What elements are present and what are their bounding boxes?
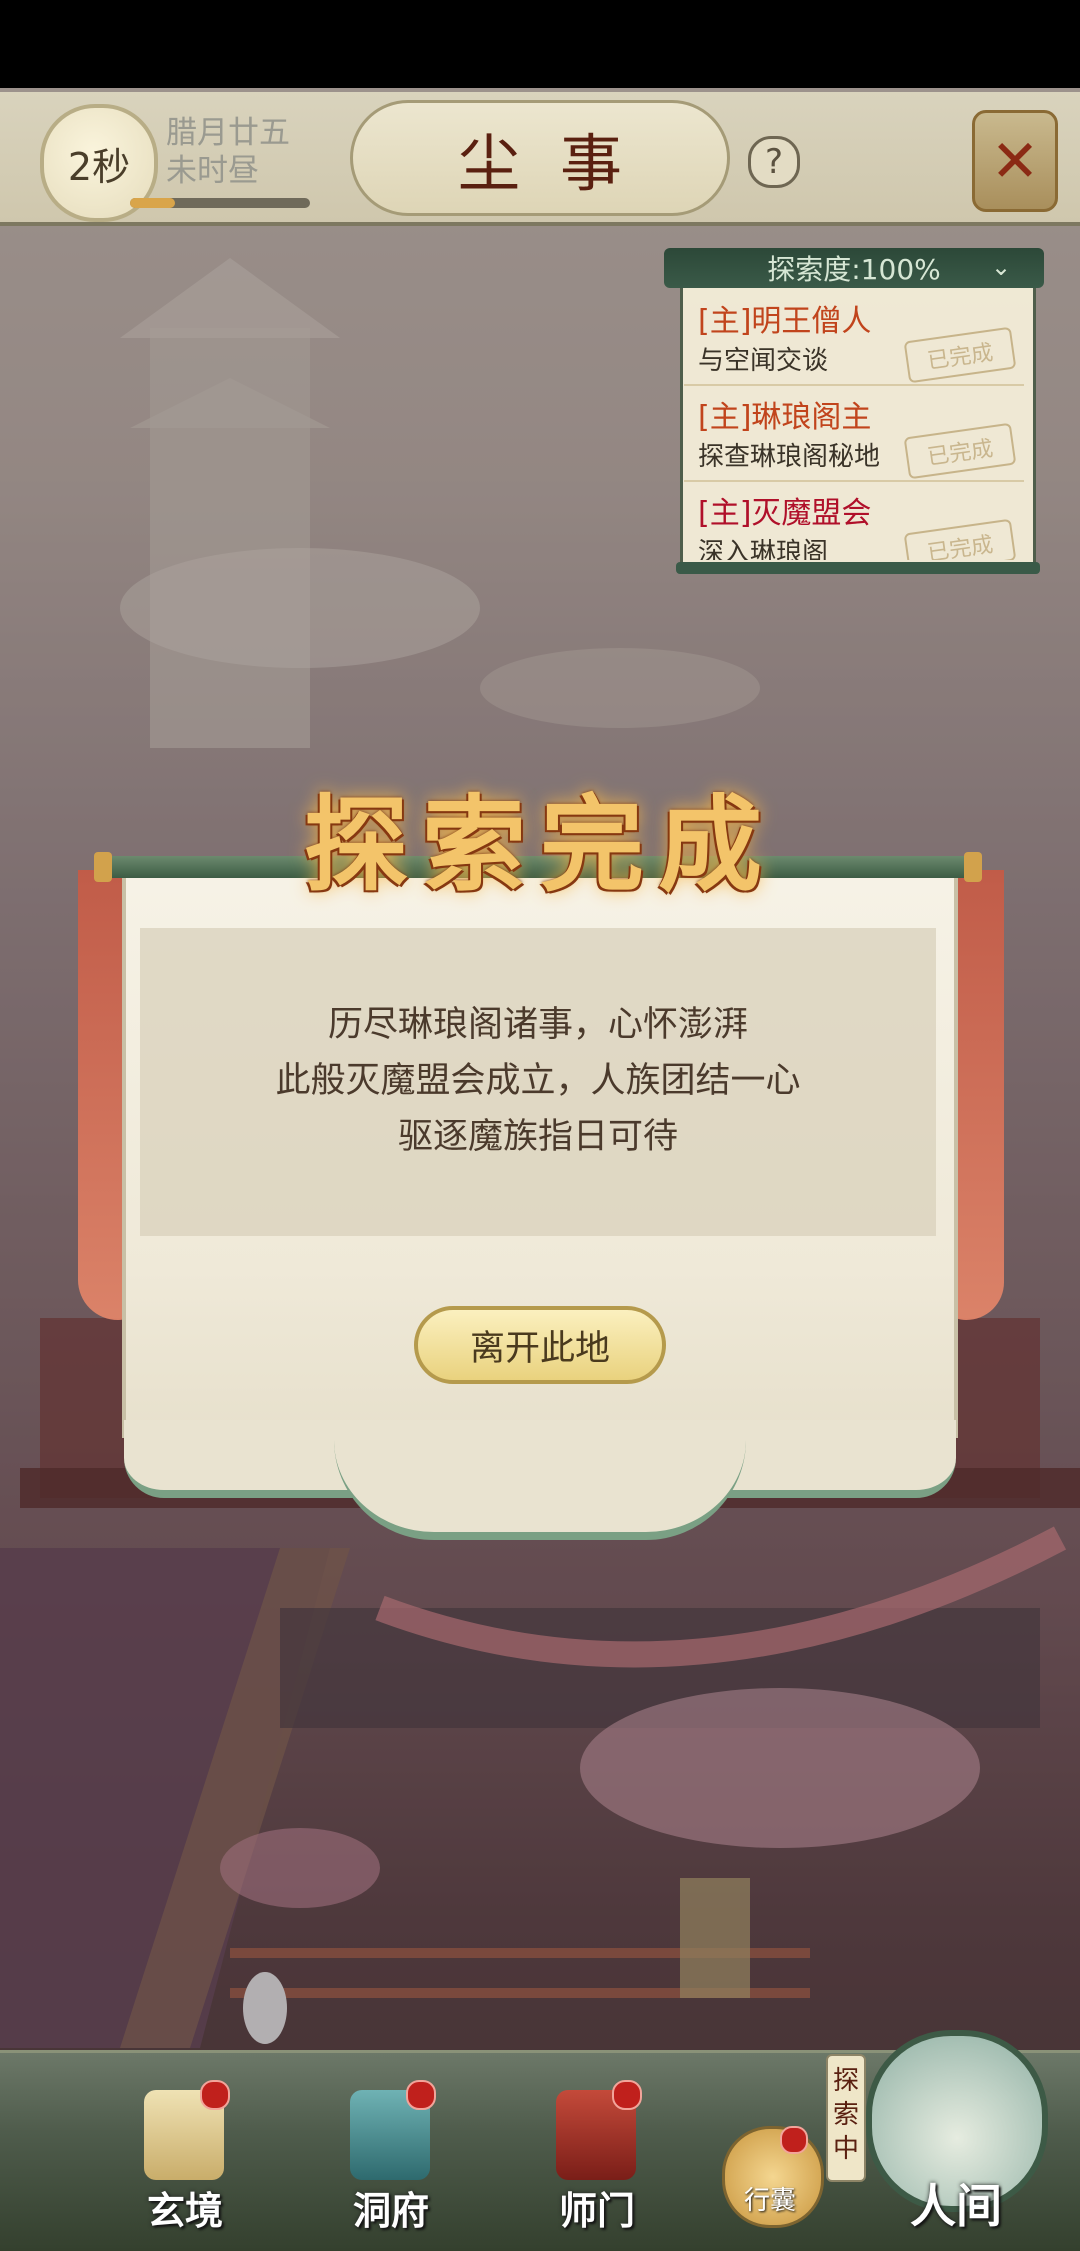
nav-item-shimen[interactable]: 师门	[532, 2080, 662, 2240]
dialog-scroll-notch	[334, 1440, 746, 1540]
rod-cap-left	[94, 852, 112, 882]
game-date: 腊月廿五 未时昼	[166, 114, 290, 190]
notification-dot	[200, 2080, 230, 2110]
close-button[interactable]: ✕	[972, 110, 1058, 212]
nav-item-dongfu[interactable]: 洞府	[326, 2080, 456, 2240]
dialog-title: 探索完成	[303, 783, 776, 906]
rod-cap-right	[964, 852, 982, 882]
nav-label: 玄境	[146, 2188, 223, 2233]
quest-title: [主]灭魔盟会	[698, 496, 872, 531]
world-map-label: 人间	[910, 2179, 1002, 2233]
nav-label: 洞府	[352, 2188, 429, 2233]
time-progress-fill	[130, 198, 175, 208]
quest-desc: 与空闻交谈	[698, 346, 829, 376]
notification-dot	[612, 2080, 642, 2110]
nav-item-xuanjing[interactable]: 玄境	[120, 2080, 250, 2240]
help-button[interactable]: ?	[748, 136, 800, 188]
completed-stamp: 已完成	[903, 326, 1017, 384]
date-line: 腊月廿五	[166, 115, 290, 151]
quest-desc: 探查琳琅阁秘地	[698, 442, 881, 472]
quest-panel-bottom-rod	[676, 562, 1040, 574]
dialog-text-line: 历尽琳琅阁诸事，心怀澎湃	[327, 1005, 748, 1045]
notification-dot	[780, 2126, 808, 2154]
dialog-text-line: 驱逐魔族指日可待	[397, 1117, 678, 1157]
nav-label: 师门	[558, 2188, 635, 2233]
completed-stamp: 已完成	[903, 518, 1017, 560]
completed-stamp: 已完成	[903, 422, 1017, 480]
notification-dot	[406, 2080, 436, 2110]
quest-item[interactable]: [主]灭魔盟会 深入琳琅阁 已完成	[684, 482, 1024, 560]
quest-desc: 深入琳琅阁	[698, 538, 829, 560]
quest-title: [主]琳琅阁主	[698, 400, 872, 435]
quest-item[interactable]: [主]琳琅阁主 探查琳琅阁秘地 已完成	[684, 386, 1024, 482]
quest-title: [主]明王僧人	[698, 304, 872, 339]
page-title: 尘事	[350, 100, 730, 216]
leave-button[interactable]: 离开此地	[414, 1306, 666, 1384]
exploring-badge: 探索中	[826, 2054, 866, 2182]
quest-item[interactable]: [主]明王僧人 与空闻交谈 已完成	[684, 290, 1024, 386]
dialog-text-line: 此般灭魔盟会成立，人族团结一心	[275, 1061, 801, 1101]
bag-label: 行囊	[743, 2186, 796, 2216]
chevron-down-icon[interactable]: ⌄	[982, 250, 1020, 284]
time-line: 未时昼	[166, 153, 259, 189]
